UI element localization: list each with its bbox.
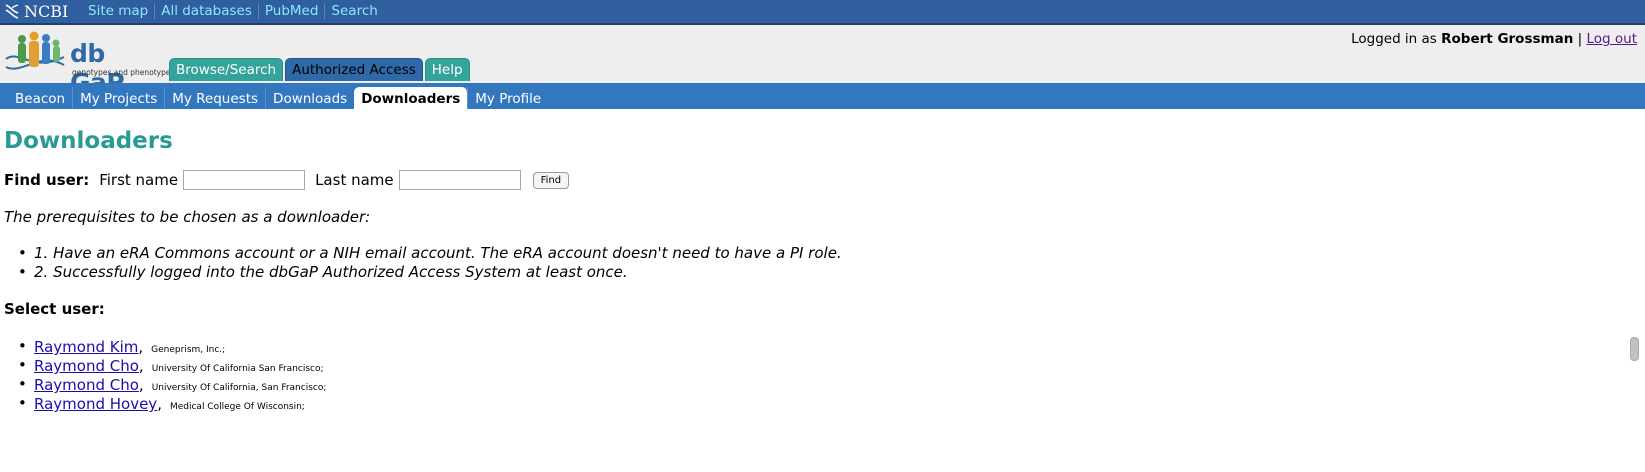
login-separator: | — [1577, 31, 1583, 47]
user-org: Medical College Of Wisconsin; — [169, 402, 305, 412]
logout-link[interactable]: Log out — [1586, 31, 1637, 47]
prereq-title: The prerequisites to be chosen as a down… — [4, 208, 371, 226]
sub-navigation: Beacon My Projects My Requests Downloads… — [0, 83, 1645, 109]
first-name-input[interactable] — [183, 170, 306, 190]
user-org: University Of California San Francisco; — [151, 364, 324, 374]
user-list: Raymond Kim,Geneprism, Inc.; Raymond Cho… — [18, 337, 326, 413]
all-databases-link[interactable]: All databases — [154, 3, 258, 19]
user-link[interactable]: Raymond Kim — [34, 338, 138, 356]
tab-browse-search[interactable]: Browse/Search — [169, 58, 284, 81]
pubmed-link[interactable]: PubMed — [257, 3, 325, 19]
ncbi-top-links: Site map All databases PubMed Search — [88, 3, 384, 19]
prereq-item: 2. Successfully logged into the dbGaP Au… — [18, 263, 842, 282]
user-org: University Of California, San Francisco; — [151, 383, 327, 393]
subnav-my-projects[interactable]: My Projects — [72, 87, 164, 109]
last-name-input[interactable] — [398, 170, 521, 190]
page-title: Downloaders — [4, 128, 173, 154]
dbgap-brand-subtitle: genotypes and phenotypes — [72, 68, 175, 77]
user-link[interactable]: Raymond Cho — [34, 376, 139, 394]
list-item: Raymond Kim,Geneprism, Inc.; — [18, 337, 326, 356]
dbgap-header: db GaP genotypes and phenotypes Logged i… — [0, 25, 1645, 97]
select-user-label: Select user: — [4, 300, 105, 318]
login-prefix: Logged in as — [1351, 31, 1437, 47]
list-item: Raymond Cho,University Of California, Sa… — [18, 375, 326, 394]
first-name-label: First name — [99, 171, 179, 189]
logged-in-user: Robert Grossman — [1441, 31, 1574, 47]
subnav-my-requests[interactable]: My Requests — [164, 87, 265, 109]
user-link[interactable]: Raymond Hovey — [34, 395, 157, 413]
ncbi-logo-text: NCBI — [24, 2, 69, 21]
main-tabs: Browse/Search Authorized Access Help — [169, 58, 472, 81]
people-figures-icon — [5, 31, 65, 70]
tab-authorized-access[interactable]: Authorized Access — [285, 58, 423, 81]
site-map-link[interactable]: Site map — [88, 3, 154, 19]
prereq-list: 1. Have an eRA Commons account or a NIH … — [18, 244, 842, 282]
dbgap-logo[interactable]: db GaP genotypes and phenotypes — [4, 29, 174, 97]
subnav-my-profile[interactable]: My Profile — [467, 87, 548, 109]
list-item: Raymond Hovey,Medical College Of Wiscons… — [18, 394, 326, 413]
search-link[interactable]: Search — [324, 3, 383, 19]
subnav-downloads[interactable]: Downloads — [265, 87, 354, 109]
ncbi-top-bar: NCBI Site map All databases PubMed Searc… — [0, 0, 1645, 25]
user-link[interactable]: Raymond Cho — [34, 357, 139, 375]
user-list-scrollbar[interactable] — [1628, 335, 1639, 413]
last-name-label: Last name — [315, 171, 394, 189]
find-button[interactable]: Find — [532, 171, 570, 189]
prereq-item: 1. Have an eRA Commons account or a NIH … — [18, 244, 842, 263]
ncbi-helix-icon — [5, 4, 19, 19]
main-content: Downloaders Find user: First name Last n… — [4, 128, 1564, 413]
list-item: Raymond Cho,University Of California San… — [18, 356, 326, 375]
ncbi-logo[interactable]: NCBI — [4, 2, 68, 21]
subnav-downloaders[interactable]: Downloaders — [354, 87, 468, 109]
user-org: Geneprism, Inc.; — [151, 345, 226, 355]
find-user-form: Find user: First name Last name Find — [4, 170, 570, 190]
scrollbar-thumb[interactable] — [1630, 337, 1639, 361]
find-user-label: Find user: — [4, 171, 90, 189]
tab-help[interactable]: Help — [424, 58, 470, 81]
login-status: Logged in as Robert Grossman | Log out — [1351, 31, 1637, 47]
subnav-beacon[interactable]: Beacon — [8, 87, 72, 109]
